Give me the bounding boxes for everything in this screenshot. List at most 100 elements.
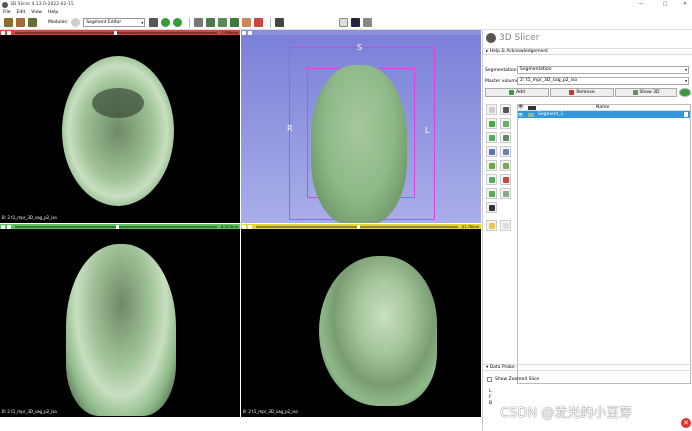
transforms-module-icon[interactable] [230, 18, 240, 27]
back-arrow-icon[interactable] [161, 18, 171, 27]
draw-effect-button[interactable] [486, 118, 497, 129]
paint-effect-button[interactable] [500, 104, 511, 115]
segment-name[interactable]: Segment_1 [538, 112, 563, 117]
margin-button[interactable] [486, 160, 497, 171]
pin-icon[interactable] [1, 30, 5, 35]
mask-volume-button[interactable] [486, 202, 497, 213]
camera-icon[interactable] [248, 30, 252, 35]
pin-icon[interactable] [1, 224, 5, 229]
forward-arrow-icon[interactable] [173, 18, 183, 27]
add-segment-button[interactable]: Add [485, 88, 549, 97]
show-3d-button[interactable]: Show 3D [615, 88, 677, 97]
smoothing-icon [489, 177, 495, 183]
green-slice-view[interactable]: -8.517mm B: 2 t1_mpr_3D_sag_p2_iso [0, 224, 240, 417]
show-3d-options-button[interactable] [679, 88, 691, 97]
pin-icon[interactable] [242, 30, 246, 35]
link-icon[interactable] [248, 224, 252, 229]
module-history-icon[interactable] [149, 18, 159, 27]
scissors-button[interactable] [500, 174, 511, 185]
logical-operators-button[interactable] [500, 188, 511, 199]
help-section-header[interactable]: ▸ Help & Acknowledgement [483, 48, 692, 55]
master-volume-label: Master volume: [485, 79, 520, 84]
crosshair-icon[interactable] [363, 18, 373, 27]
place-fiducial-icon[interactable] [351, 18, 361, 27]
none-effect-button[interactable] [486, 104, 497, 115]
dicom-icon[interactable] [16, 18, 25, 27]
segment-editor-module-icon[interactable] [254, 18, 264, 27]
undo-icon [489, 223, 495, 229]
remove-segment-button[interactable]: Remove [550, 88, 614, 97]
menu-view[interactable]: View [31, 10, 42, 15]
scissors-icon [503, 177, 509, 183]
checkbox-box[interactable] [487, 377, 492, 382]
red-slice-view[interactable]: -7.000mm B: 2 t1_mpr_3D_sag_p2_iso [0, 30, 240, 223]
module-search-icon[interactable] [71, 18, 81, 27]
master-volume-selector[interactable]: 2: t1_mpr_3D_sag_p2_iso ▾ [517, 77, 689, 85]
show-zoomed-slice-checkbox[interactable]: Show Zoomed Slice [487, 377, 539, 382]
remove-segment-label: Remove [576, 90, 595, 95]
add-icon [509, 90, 515, 95]
islands-button[interactable] [486, 188, 497, 199]
link-icon[interactable] [7, 224, 11, 229]
main-toolbar: Modules: Segment Editor ▾ [0, 16, 692, 30]
green-slice-slider[interactable] [15, 224, 217, 229]
undo-button[interactable] [486, 220, 497, 231]
axis-superior-label: S [357, 43, 363, 52]
minimize-button[interactable]: — [636, 0, 646, 9]
toolbar-divider [270, 17, 272, 28]
three-d-view-controller[interactable] [241, 30, 481, 35]
green-slice-controller[interactable]: -8.517mm [0, 224, 240, 229]
data-probe-section-header[interactable]: ▾ Data Probe [483, 364, 692, 371]
edit-pencil-icon[interactable] [684, 112, 688, 117]
close-window-button[interactable]: ✕ [680, 0, 690, 9]
load-data-icon[interactable] [4, 18, 13, 27]
chevron-down-icon: ▾ [684, 67, 687, 72]
red-slice-slider[interactable] [15, 30, 217, 35]
slider-thumb[interactable] [113, 30, 117, 35]
mouse-pointer-icon[interactable] [339, 18, 349, 27]
slicer-logo-icon [486, 33, 496, 43]
segments-table[interactable]: 👁 Name 👁 Segment_1 [517, 104, 691, 384]
markups-module-icon[interactable] [242, 18, 252, 27]
slider-thumb[interactable] [356, 224, 360, 229]
link-icon[interactable] [7, 30, 11, 35]
axis-left-label: L [425, 126, 430, 135]
pin-icon[interactable] [242, 224, 246, 229]
menu-edit[interactable]: Edit [17, 10, 26, 15]
threshold-button[interactable] [500, 146, 511, 157]
segmentation-selector[interactable]: Segmentation ▾ [517, 66, 689, 74]
red-slice-offset: -7.000mm [219, 30, 238, 35]
save-icon[interactable] [28, 18, 37, 27]
red-slice-controller[interactable]: -7.000mm [0, 30, 240, 35]
threshold-icon [503, 149, 509, 155]
maximize-button[interactable]: □ [660, 0, 670, 9]
fill-between-slices-button[interactable] [486, 146, 497, 157]
yellow-slice-view[interactable]: -51.76mm B: 2 t1_mpr_3D_sag_p2_iso [241, 224, 481, 417]
menu-file[interactable]: File [3, 10, 11, 15]
smoothing-button[interactable] [486, 174, 497, 185]
close-circle-icon[interactable]: ✕ [681, 418, 691, 428]
module-selector[interactable]: Segment Editor ▾ [83, 18, 146, 27]
hollow-icon [503, 163, 509, 169]
menu-help[interactable]: Help [48, 10, 58, 15]
erase-effect-button[interactable] [500, 118, 511, 129]
redo-button[interactable] [500, 220, 511, 231]
volumes-module-icon[interactable] [206, 18, 216, 27]
slicer-app-icon [2, 1, 8, 8]
redo-icon [503, 223, 509, 229]
layout-grid-icon[interactable] [275, 18, 285, 27]
hollow-button[interactable] [500, 160, 511, 171]
three-d-view[interactable]: S R L [241, 30, 481, 223]
models-module-icon[interactable] [218, 18, 228, 27]
segment-color-swatch[interactable] [528, 112, 534, 117]
yellow-slice-slider[interactable] [256, 224, 458, 229]
pointer-icon [489, 107, 495, 113]
table-row[interactable]: 👁 Segment_1 [518, 111, 690, 118]
yellow-slice-controller[interactable]: -51.76mm [241, 224, 481, 229]
grow-from-seeds-button[interactable] [500, 132, 511, 143]
red-view-caption: B: 2 t1_mpr_3D_sag_p2_iso [2, 215, 57, 220]
slider-thumb[interactable] [115, 224, 119, 229]
data-module-icon[interactable] [194, 18, 204, 27]
visibility-eye-icon[interactable]: 👁 [518, 112, 528, 117]
level-tracing-button[interactable] [486, 132, 497, 143]
